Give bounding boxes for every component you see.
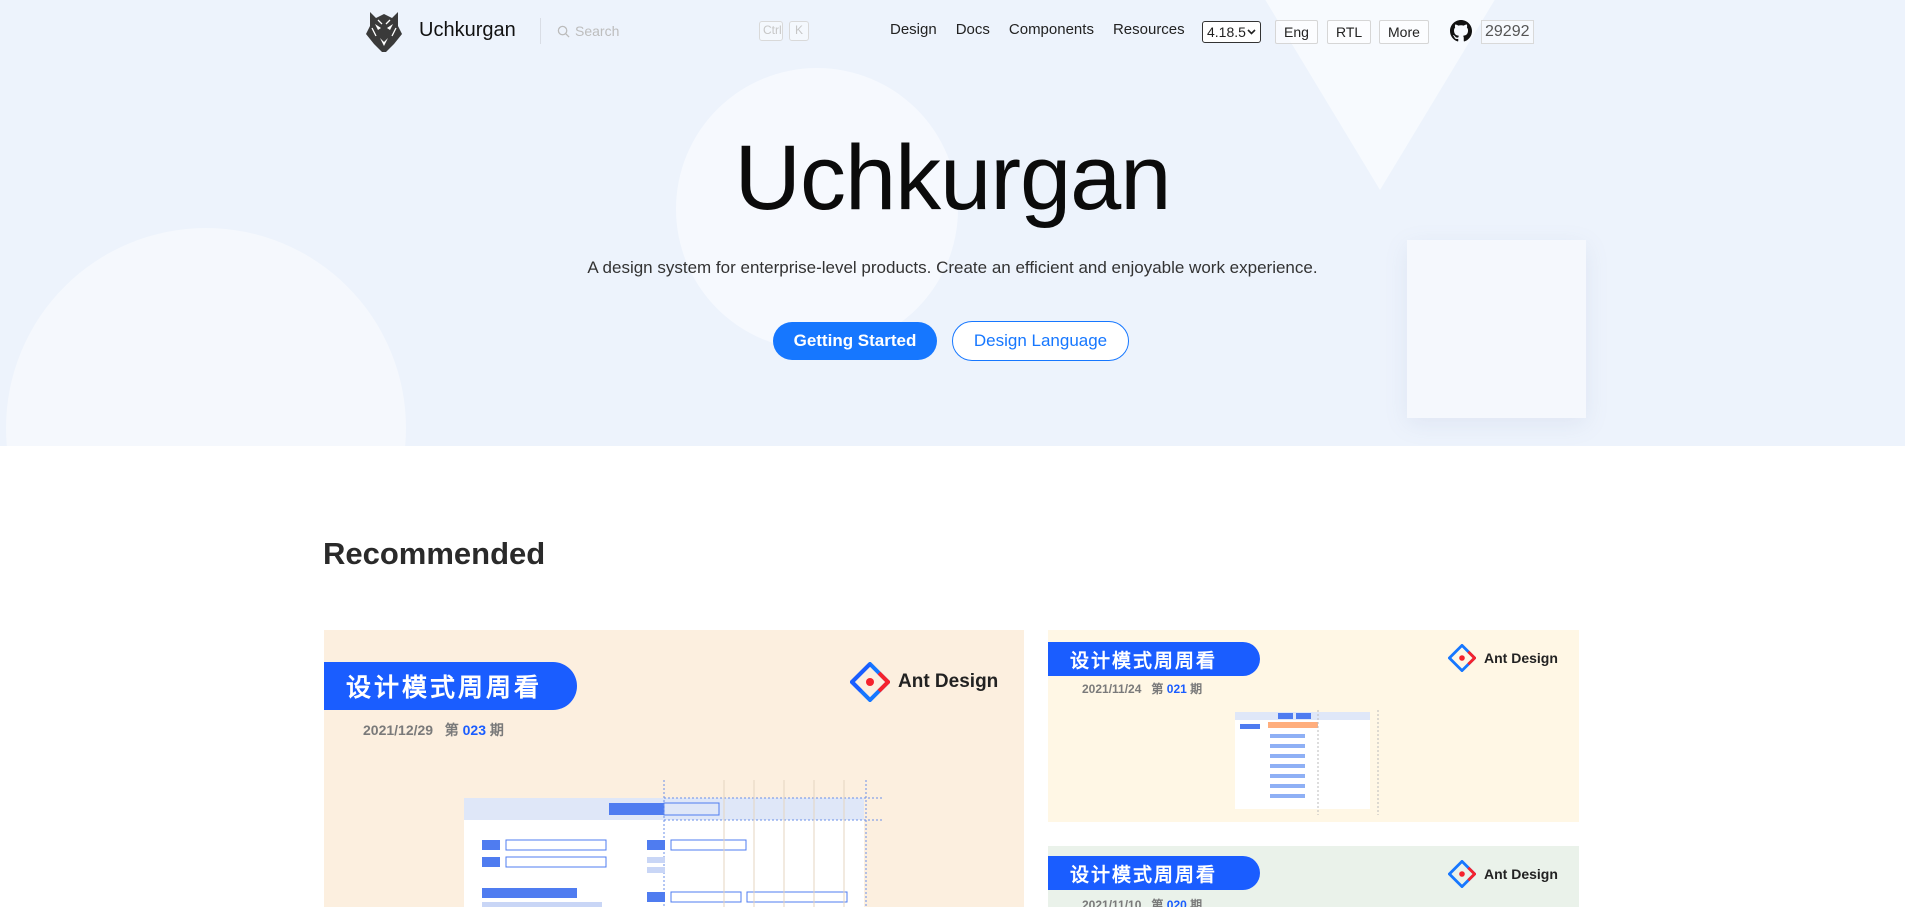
card-date: 2021/11/10 (1082, 898, 1142, 907)
design-language-button[interactable]: Design Language (952, 321, 1129, 361)
shortcut-k-key: K (789, 21, 809, 41)
github-star-count[interactable]: 29292 (1481, 20, 1534, 44)
header-divider (540, 18, 541, 44)
shortcut-ctrl-key: Ctrl (759, 21, 783, 41)
ant-design-brand: Ant Design (1448, 860, 1558, 888)
rtl-button[interactable]: RTL (1327, 20, 1372, 44)
hero-subtitle: A design system for enterprise-level pro… (587, 258, 1318, 277)
more-button[interactable]: More (1379, 20, 1429, 44)
card-issue-suffix: 期 (1190, 898, 1203, 907)
main-nav: Design Docs Components Resources (890, 21, 1204, 38)
hero-section: Uchkurgan Ctrl K Design Docs Components … (0, 0, 1905, 446)
nav-resources[interactable]: Resources (1113, 21, 1185, 38)
card-issue-line: 2021/11/10 第 020 期 (1082, 896, 1202, 907)
getting-started-button[interactable]: Getting Started (773, 322, 937, 360)
recommended-card-large[interactable]: 设计模式周周看 2021/12/29 第 023 期 Ant Design (324, 630, 1024, 907)
language-button[interactable]: Eng (1275, 20, 1318, 44)
chevron-down-icon (1247, 29, 1256, 35)
search-icon (557, 25, 570, 38)
github-icon[interactable] (1450, 20, 1472, 42)
brand-name[interactable]: Uchkurgan (419, 19, 516, 42)
nav-design[interactable]: Design (890, 21, 937, 38)
hero-title: Uchkurgan (734, 127, 1172, 229)
version-value: 4.18.5 (1207, 24, 1246, 40)
top-header: Uchkurgan Ctrl K Design Docs Components … (0, 0, 1905, 62)
recommended-card-small-1[interactable]: 设计模式周周看 2021/11/24 第 021 期 Ant Design (1048, 630, 1579, 822)
nav-docs[interactable]: Docs (956, 21, 990, 38)
logo-icon[interactable] (364, 8, 404, 54)
card-illustration (1235, 710, 1379, 815)
recommended-card-small-2[interactable]: 设计模式周周看 2021/11/10 第 020 期 Ant Design (1048, 846, 1579, 907)
version-select[interactable]: 4.18.5 (1202, 21, 1261, 43)
ant-design-logo-icon (1448, 860, 1476, 888)
recommended-heading: Recommended (323, 536, 546, 571)
card-banner: 设计模式周周看 (1048, 856, 1260, 890)
ant-design-text: Ant Design (1484, 866, 1558, 882)
page: Uchkurgan Ctrl K Design Docs Components … (0, 0, 1905, 907)
card-issue-number: 020 (1166, 898, 1187, 907)
search-input[interactable] (575, 23, 755, 39)
card-issue-prefix: 第 (1151, 898, 1164, 907)
nav-components[interactable]: Components (1009, 21, 1094, 38)
card-illustration (464, 780, 884, 907)
